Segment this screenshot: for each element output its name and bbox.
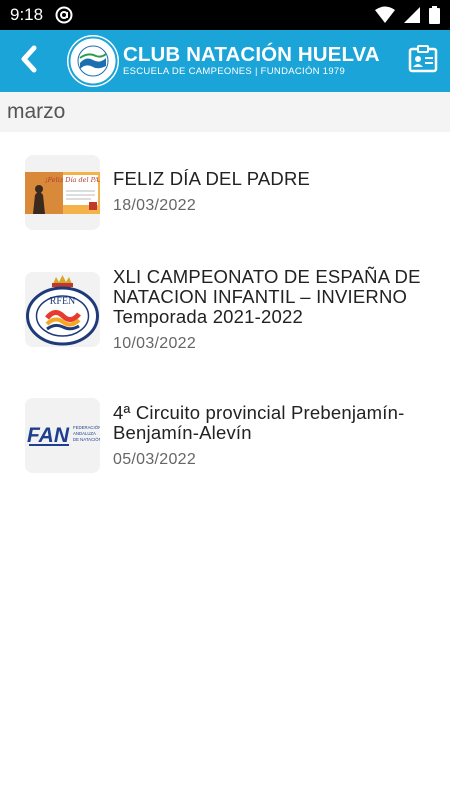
news-thumbnail: FAN FEDERACIÓN ANDALUZA DE NATACIÓN: [25, 398, 100, 473]
battery-icon: [429, 6, 440, 29]
signal-icon: [403, 6, 421, 29]
thumbnail-caption: ¡Feliz Día del PADRE!: [45, 176, 100, 184]
news-title: XLI CAMPEONATO DE ESPAÑA DE NATACION INF…: [113, 266, 421, 327]
chevron-left-icon: [18, 45, 40, 78]
news-item[interactable]: RFEN XLI CAMPEONATO DE ESPAÑA DE NATACIO…: [0, 267, 450, 353]
month-header: marzo: [0, 92, 450, 132]
news-title: 4ª Circuito provincial Prebenjamín-Benja…: [113, 402, 405, 443]
status-time: 9:18: [10, 5, 44, 24]
app-bar: CLUB NATACIÓN HUELVA ESCUELA DE CAMPEONE…: [0, 30, 450, 92]
thumbnail-caption: FAN: [27, 424, 70, 447]
svg-text:FEDERACIÓN: FEDERACIÓN: [73, 425, 100, 430]
club-name: CLUB NATACIÓN HUELVA: [123, 43, 380, 66]
news-date: 05/03/2022: [113, 451, 197, 468]
news-item[interactable]: ¡Feliz Día del PADRE! FELIZ DÍA DEL PADR…: [0, 155, 450, 230]
news-list: ¡Feliz Día del PADRE! FELIZ DÍA DEL PADR…: [0, 132, 450, 473]
wifi-icon: [375, 6, 395, 29]
thumbnail-caption: RFEN: [50, 296, 76, 307]
club-logo: CLUB NATACIÓN HUELVA ESCUELA DE CAMPEONE…: [67, 35, 380, 87]
id-card-icon: [408, 44, 438, 79]
club-crest: [67, 35, 119, 87]
news-thumbnail: ¡Feliz Día del PADRE!: [25, 155, 100, 230]
news-date: 10/03/2022: [113, 335, 197, 352]
news-thumbnail: RFEN: [25, 272, 100, 347]
status-bar: 9:18: [0, 0, 450, 30]
svg-text:DE NATACIÓN: DE NATACIÓN: [73, 437, 100, 442]
club-tagline: ESCUELA DE CAMPEONES | FUNDACIÓN 1979: [123, 66, 346, 77]
profile-button[interactable]: [406, 44, 440, 78]
news-item[interactable]: FAN FEDERACIÓN ANDALUZA DE NATACIÓN 4ª C…: [0, 398, 450, 473]
back-button[interactable]: [14, 45, 44, 78]
news-date: 18/03/2022: [113, 197, 197, 214]
svg-text:ANDALUZA: ANDALUZA: [73, 431, 96, 436]
at-sign-notification-icon: [55, 6, 73, 24]
news-title: FELIZ DÍA DEL PADRE: [113, 168, 311, 189]
